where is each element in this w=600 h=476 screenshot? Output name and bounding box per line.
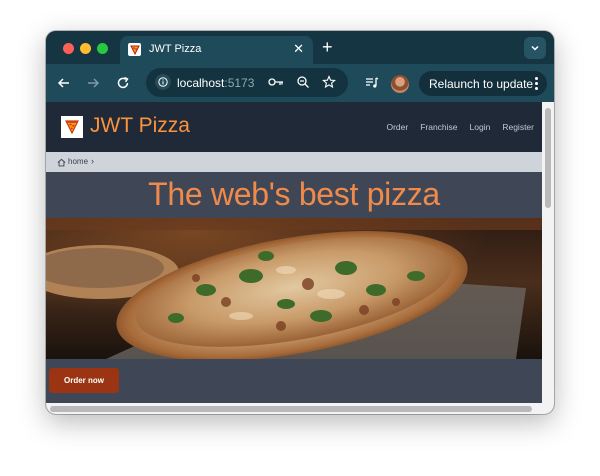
profile-avatar[interactable]	[391, 75, 409, 93]
new-tab-button[interactable]: +	[322, 37, 333, 58]
vertical-scrollbar[interactable]	[542, 102, 554, 403]
breadcrumb-home[interactable]: home	[68, 157, 88, 166]
relaunch-label: Relaunch to update	[429, 77, 534, 91]
key-icon[interactable]	[268, 74, 284, 90]
kebab-menu-icon[interactable]	[531, 75, 541, 92]
pizza-favicon-icon	[128, 43, 141, 56]
tab-strip: JWT Pizza ✕ +	[46, 31, 554, 64]
url-port: :5173	[224, 76, 255, 90]
minimize-window-button[interactable]	[80, 43, 91, 54]
info-icon[interactable]	[155, 74, 171, 90]
zoom-icon[interactable]	[295, 74, 311, 90]
nav-register[interactable]: Register	[502, 122, 534, 132]
vertical-scrollbar-thumb[interactable]	[545, 108, 551, 208]
order-now-button[interactable]: Order now	[49, 368, 119, 393]
url-host: localhost	[177, 76, 225, 90]
star-icon[interactable]	[321, 74, 337, 90]
close-window-button[interactable]	[63, 43, 74, 54]
horizontal-scrollbar[interactable]	[46, 403, 554, 414]
nav-order[interactable]: Order	[386, 122, 408, 132]
brand-title[interactable]: JWT Pizza	[90, 114, 190, 138]
main-nav: Order Franchise Login Register	[386, 122, 534, 132]
forward-icon[interactable]	[83, 73, 103, 93]
home-icon[interactable]	[57, 158, 66, 167]
site-header: JWT Pizza Order Franchise Login Register	[46, 102, 542, 152]
breadcrumb: home ›	[46, 152, 542, 172]
tab-close-icon[interactable]: ✕	[293, 41, 304, 57]
reload-icon[interactable]	[113, 73, 133, 93]
horizontal-scrollbar-thumb[interactable]	[50, 406, 532, 412]
pizza-logo-icon[interactable]	[61, 116, 83, 138]
page-viewport: JWT Pizza Order Franchise Login Register…	[46, 102, 542, 403]
media-icon[interactable]	[362, 73, 382, 93]
tab-jwt-pizza[interactable]: JWT Pizza ✕	[120, 36, 313, 64]
browser-window: JWT Pizza ✕ + localhost:5173 Relaunch to…	[46, 31, 554, 414]
tab-title: JWT Pizza	[149, 43, 202, 55]
nav-franchise[interactable]: Franchise	[420, 122, 457, 132]
relaunch-button[interactable]: Relaunch to update	[419, 71, 547, 96]
nav-login[interactable]: Login	[470, 122, 491, 132]
address-bar[interactable]: localhost:5173	[146, 68, 348, 97]
browser-toolbar: localhost:5173 Relaunch to update	[46, 64, 554, 102]
url-text: localhost:5173	[177, 76, 254, 90]
maximize-window-button[interactable]	[97, 43, 108, 54]
pizza-hero-image	[46, 218, 542, 359]
back-icon[interactable]	[54, 73, 74, 93]
tab-search-icon[interactable]	[524, 37, 546, 59]
hero-title: The web's best pizza	[148, 176, 440, 212]
breadcrumb-chevron-icon: ›	[91, 156, 94, 166]
